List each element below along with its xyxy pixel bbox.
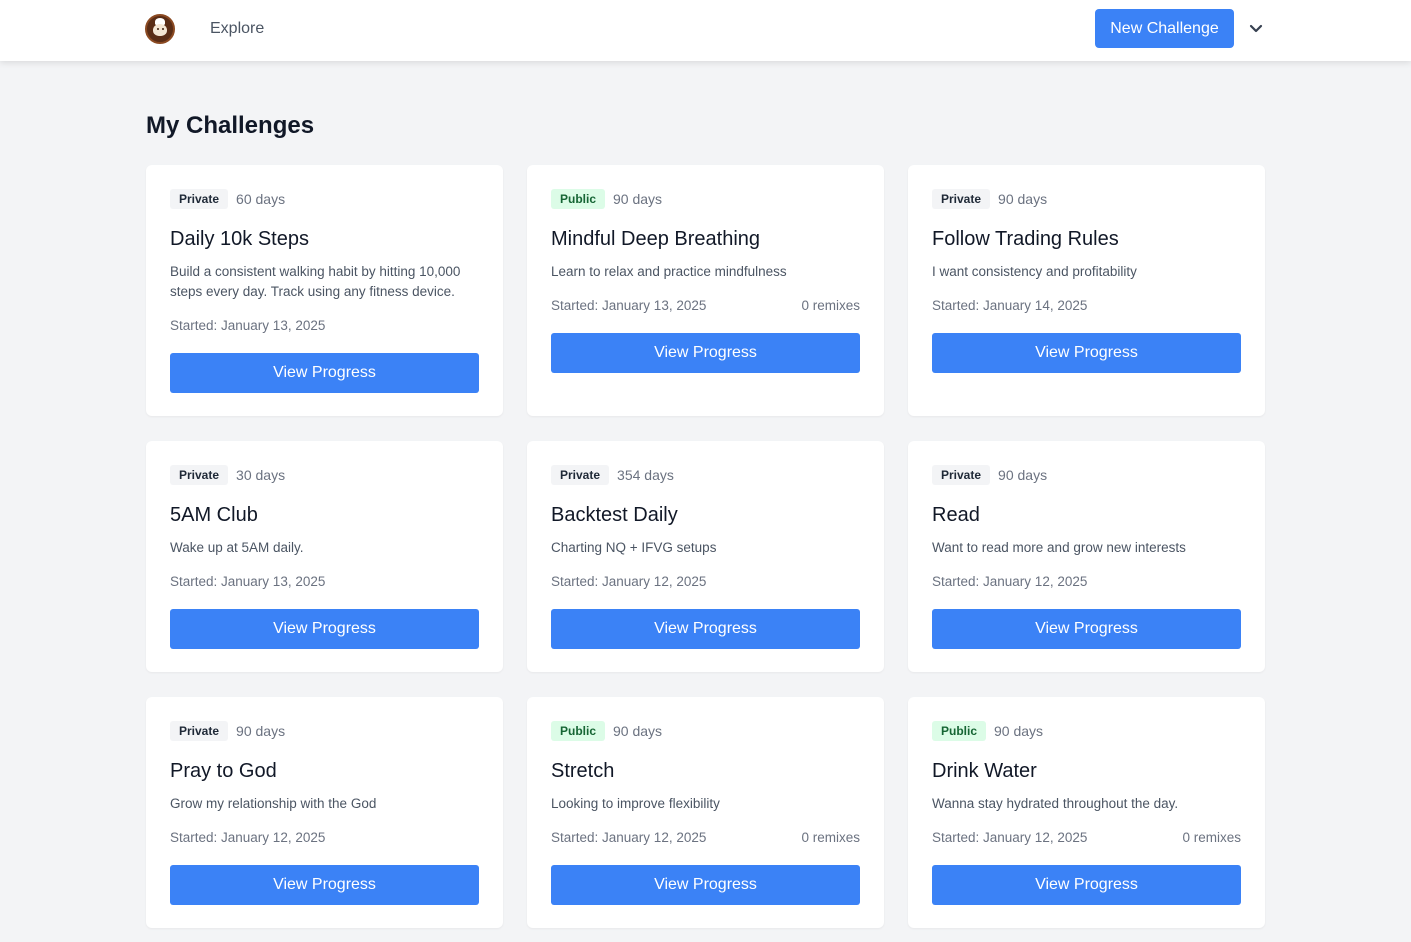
challenge-card: Private 354 days Backtest Daily Charting…	[527, 441, 884, 672]
challenge-title: Drink Water	[932, 760, 1037, 782]
start-date: Started: January 12, 2025	[932, 830, 1088, 845]
challenge-description: Wake up at 5AM daily.	[170, 540, 304, 555]
visibility-badge: Private	[932, 465, 991, 485]
challenge-card: Private 90 days Read Want to read more a…	[908, 441, 1265, 672]
visibility-badge: Private	[170, 721, 229, 741]
challenge-card: Public 90 days Stretch Looking to improv…	[527, 697, 884, 928]
challenge-description: Looking to improve flexibility	[551, 796, 720, 811]
challenge-title: Backtest Daily	[551, 504, 678, 526]
challenge-title: Follow Trading Rules	[932, 228, 1119, 250]
challenge-card: Public 90 days Mindful Deep Breathing Le…	[527, 165, 884, 416]
duration-label: 90 days	[236, 723, 286, 739]
view-progress-button[interactable]: View Progress	[932, 333, 1241, 373]
challenge-card: Private 30 days 5AM Club Wake up at 5AM …	[146, 441, 503, 672]
duration-label: 90 days	[998, 467, 1048, 483]
duration-label: 30 days	[236, 467, 286, 483]
duration-label: 90 days	[998, 191, 1048, 207]
start-date: Started: January 13, 2025	[170, 318, 326, 333]
visibility-badge: Private	[170, 189, 229, 209]
view-progress-button[interactable]: View Progress	[170, 865, 479, 905]
remix-count: 0 remixes	[801, 298, 860, 313]
view-progress-button[interactable]: View Progress	[932, 609, 1241, 649]
visibility-badge: Public	[551, 189, 606, 209]
duration-label: 354 days	[617, 467, 674, 483]
explore-link[interactable]: Explore	[210, 20, 264, 38]
view-progress-button[interactable]: View Progress	[932, 865, 1241, 905]
remix-count: 0 remixes	[801, 830, 860, 845]
duration-label: 60 days	[236, 191, 286, 207]
visibility-badge: Public	[932, 721, 987, 741]
challenge-card: Private 90 days Pray to God Grow my rela…	[146, 697, 503, 928]
new-challenge-button[interactable]: New Challenge	[1095, 9, 1234, 48]
start-date: Started: January 13, 2025	[551, 298, 707, 313]
chevron-down-icon[interactable]	[1247, 20, 1265, 38]
view-progress-button[interactable]: View Progress	[551, 333, 860, 373]
page-title: My Challenges	[146, 112, 315, 139]
challenge-description: Charting NQ + IFVG setups	[551, 540, 717, 555]
start-date: Started: January 12, 2025	[932, 574, 1088, 589]
challenge-title: Daily 10k Steps	[170, 228, 309, 250]
logo-icon[interactable]	[145, 14, 175, 44]
challenge-title: 5AM Club	[170, 504, 258, 526]
challenge-description: Build a consistent walking habit by hitt…	[170, 264, 461, 299]
duration-label: 90 days	[613, 191, 663, 207]
start-date: Started: January 12, 2025	[551, 574, 707, 589]
challenge-description: Wanna stay hydrated throughout the day.	[932, 796, 1179, 811]
start-date: Started: January 12, 2025	[551, 830, 707, 845]
challenge-card: Private 90 days Follow Trading Rules I w…	[908, 165, 1265, 416]
challenge-description: Want to read more and grow new interests	[932, 540, 1186, 555]
duration-label: 90 days	[613, 723, 663, 739]
start-date: Started: January 14, 2025	[932, 298, 1088, 313]
challenge-title: Pray to God	[170, 760, 277, 782]
challenge-description: Learn to relax and practice mindfulness	[551, 264, 787, 279]
visibility-badge: Private	[551, 465, 610, 485]
visibility-badge: Private	[170, 465, 229, 485]
challenge-title: Stretch	[551, 760, 615, 782]
remix-count: 0 remixes	[1182, 830, 1241, 845]
view-progress-button[interactable]: View Progress	[170, 353, 479, 393]
start-date: Started: January 13, 2025	[170, 574, 326, 589]
challenge-card: Private 60 days Daily 10k Steps Build a …	[146, 165, 503, 416]
view-progress-button[interactable]: View Progress	[551, 865, 860, 905]
visibility-badge: Private	[932, 189, 991, 209]
top-navbar: Explore New Challenge	[0, 0, 1411, 61]
challenge-card: Public 90 days Drink Water Wanna stay hy…	[908, 697, 1265, 928]
challenge-description: I want consistency and profitability	[932, 264, 1137, 279]
duration-label: 90 days	[994, 723, 1044, 739]
view-progress-button[interactable]: View Progress	[170, 609, 479, 649]
challenge-description: Grow my relationship with the God	[170, 796, 377, 811]
challenge-title: Mindful Deep Breathing	[551, 228, 761, 250]
visibility-badge: Public	[551, 721, 606, 741]
view-progress-button[interactable]: View Progress	[551, 609, 860, 649]
challenge-title: Read	[932, 504, 980, 526]
start-date: Started: January 12, 2025	[170, 830, 326, 845]
